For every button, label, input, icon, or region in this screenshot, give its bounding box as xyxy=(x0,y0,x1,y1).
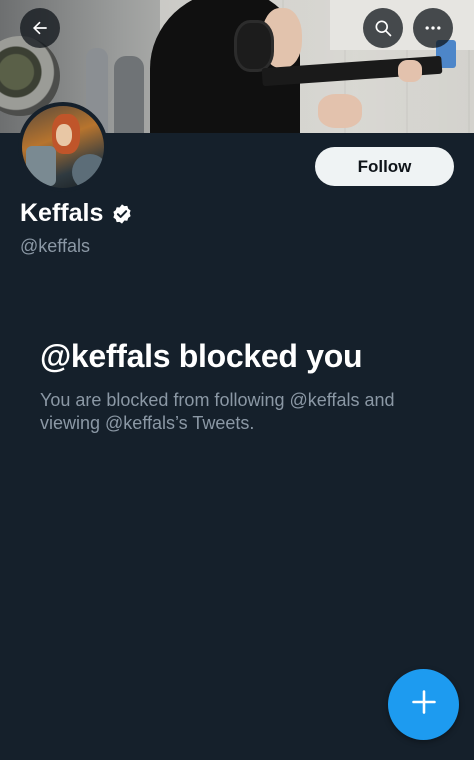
search-icon xyxy=(373,18,393,38)
profile-name-row: Keffals xyxy=(20,199,133,228)
avatar-detail xyxy=(26,146,56,186)
profile-display-name: Keffals xyxy=(20,199,104,227)
profile-handle: @keffals xyxy=(20,236,90,256)
verified-badge-icon xyxy=(111,203,133,225)
banner-hand xyxy=(398,60,422,82)
more-button[interactable] xyxy=(413,8,453,48)
follow-button[interactable]: Follow xyxy=(315,147,454,186)
banner-ear-protection xyxy=(234,20,274,72)
blocked-description: You are blocked from following @keffals … xyxy=(40,390,395,433)
avatar-detail xyxy=(72,154,104,188)
banner-hand xyxy=(318,94,362,128)
blocked-title: @keffals blocked you xyxy=(40,338,363,374)
more-horizontal-icon xyxy=(423,18,443,38)
arrow-left-icon xyxy=(30,18,50,38)
avatar-detail xyxy=(56,124,72,146)
plus-icon xyxy=(410,688,438,721)
search-button[interactable] xyxy=(363,8,403,48)
profile-avatar[interactable] xyxy=(18,102,108,192)
banner-background-person xyxy=(114,56,144,133)
back-button[interactable] xyxy=(20,8,60,48)
compose-tweet-button[interactable] xyxy=(388,669,459,740)
